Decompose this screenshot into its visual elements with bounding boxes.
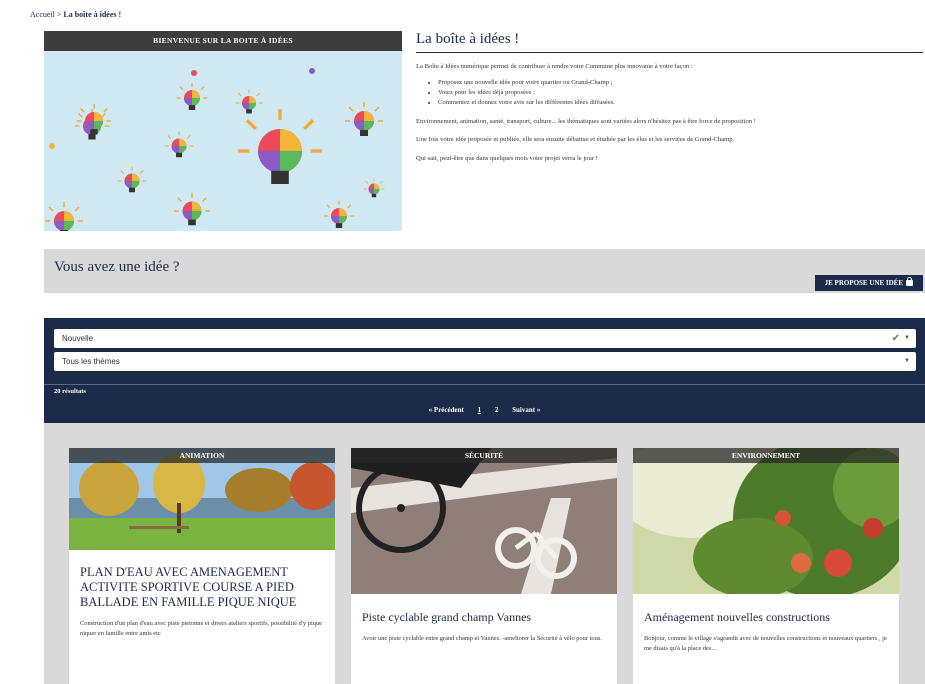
intro-paragraph: Une fois votre idée proposée et publiée,… — [416, 136, 735, 144]
status-select[interactable]: Nouvelle ✔ ▼ — [54, 329, 916, 348]
pagination-page-1[interactable]: 1 — [478, 406, 482, 414]
check-icon: ✔ — [891, 333, 900, 344]
card-category: SÉCURITÉ — [351, 448, 617, 463]
intro-bullet: Proposez une nouvelle idée pour votre qu… — [438, 78, 923, 88]
caret-down-icon: ▼ — [904, 358, 910, 364]
idea-card[interactable]: ENVIRONNEMENT Aménagement nouvelles cons… — [633, 448, 899, 684]
divider — [44, 384, 925, 385]
lock-icon — [906, 277, 913, 286]
idea-banner: Vous avez une idée ? JE PROPOSE UNE IDÉE — [44, 249, 925, 293]
card-excerpt: Bonjour, comme le village s'agrandit ave… — [644, 635, 887, 652]
breadcrumb-separator: > — [56, 10, 62, 19]
pagination-prev[interactable]: « Précédent — [429, 406, 464, 414]
intro-lead: La Boîte à Idées numérique permet de con… — [416, 63, 693, 70]
hero-title: BIENVENUE SUR LA BOITE À IDÉES — [44, 31, 402, 51]
breadcrumb-home-link[interactable]: Accueil — [30, 10, 55, 19]
card-category: ENVIRONNEMENT — [633, 448, 899, 463]
pagination: « Précédent 1 2 Suivant » — [44, 406, 925, 414]
idea-card[interactable]: ANIMATION PLAN D'EAU AVEC AMENAGEMENT AC… — [69, 448, 335, 684]
card-category: ANIMATION — [69, 448, 335, 463]
intro-bullet: Commentez et donnez votre avis sur les d… — [438, 98, 923, 108]
pagination-page-2[interactable]: 2 — [495, 406, 499, 414]
lightbulbs-illustration — [44, 68, 385, 231]
theme-select-value: Tous les thèmes — [62, 357, 120, 366]
breadcrumb-current: La boîte à idées ! — [63, 10, 122, 19]
card-image-bike-lane — [351, 448, 617, 594]
pagination-next[interactable]: Suivant » — [512, 406, 540, 414]
theme-select[interactable]: Tous les thèmes ▼ — [54, 352, 916, 371]
card-image-apple-tree — [633, 448, 899, 594]
hero-illustration: BIENVENUE SUR LA BOITE À IDÉES — [44, 31, 402, 231]
propose-idea-button[interactable]: JE PROPOSE UNE IDÉE — [814, 275, 923, 291]
caret-down-icon: ▼ — [904, 335, 910, 341]
card-image-lake-park — [69, 448, 335, 550]
filter-panel: Nouvelle ✔ ▼ Tous les thèmes ▼ 20 résult… — [44, 318, 925, 423]
card-excerpt: Construction d'un plan d'eau avec piste … — [80, 620, 322, 637]
card-excerpt: Avoir une piste cyclable entre grand cha… — [362, 635, 602, 642]
intro-list: Proposez une nouvelle idée pour votre qu… — [438, 78, 923, 108]
idea-question: Vous avez une idée ? — [54, 259, 180, 275]
idea-card[interactable]: SÉCURITÉ Piste cyclable grand champ Vann… — [351, 448, 617, 684]
status-select-value: Nouvelle — [62, 334, 94, 343]
intro-bullet: Votez pour les idées déjà proposées ; — [438, 88, 923, 98]
idea-cards: ANIMATION PLAN D'EAU AVEC AMENAGEMENT AC… — [44, 423, 925, 684]
intro-paragraph: Environnement, animation, santé, transpo… — [416, 117, 756, 125]
breadcrumb: Accueil > La boîte à idées ! — [30, 10, 121, 19]
intro-section: La boîte à idées ! La Boîte à Idées numé… — [416, 31, 923, 164]
card-title[interactable]: Aménagement nouvelles constructions — [644, 610, 888, 625]
page-title: La boîte à idées ! — [416, 31, 923, 53]
propose-idea-label: JE PROPOSE UNE IDÉE — [824, 279, 903, 287]
intro-paragraph: Qui sait, peut-être que dans quelques mo… — [416, 155, 598, 163]
card-title[interactable]: Piste cyclable grand champ Vannes — [362, 610, 606, 625]
card-title[interactable]: PLAN D'EAU AVEC AMENAGEMENT ACTIVITE SPO… — [80, 565, 324, 610]
results-count: 20 résultats — [54, 388, 86, 395]
